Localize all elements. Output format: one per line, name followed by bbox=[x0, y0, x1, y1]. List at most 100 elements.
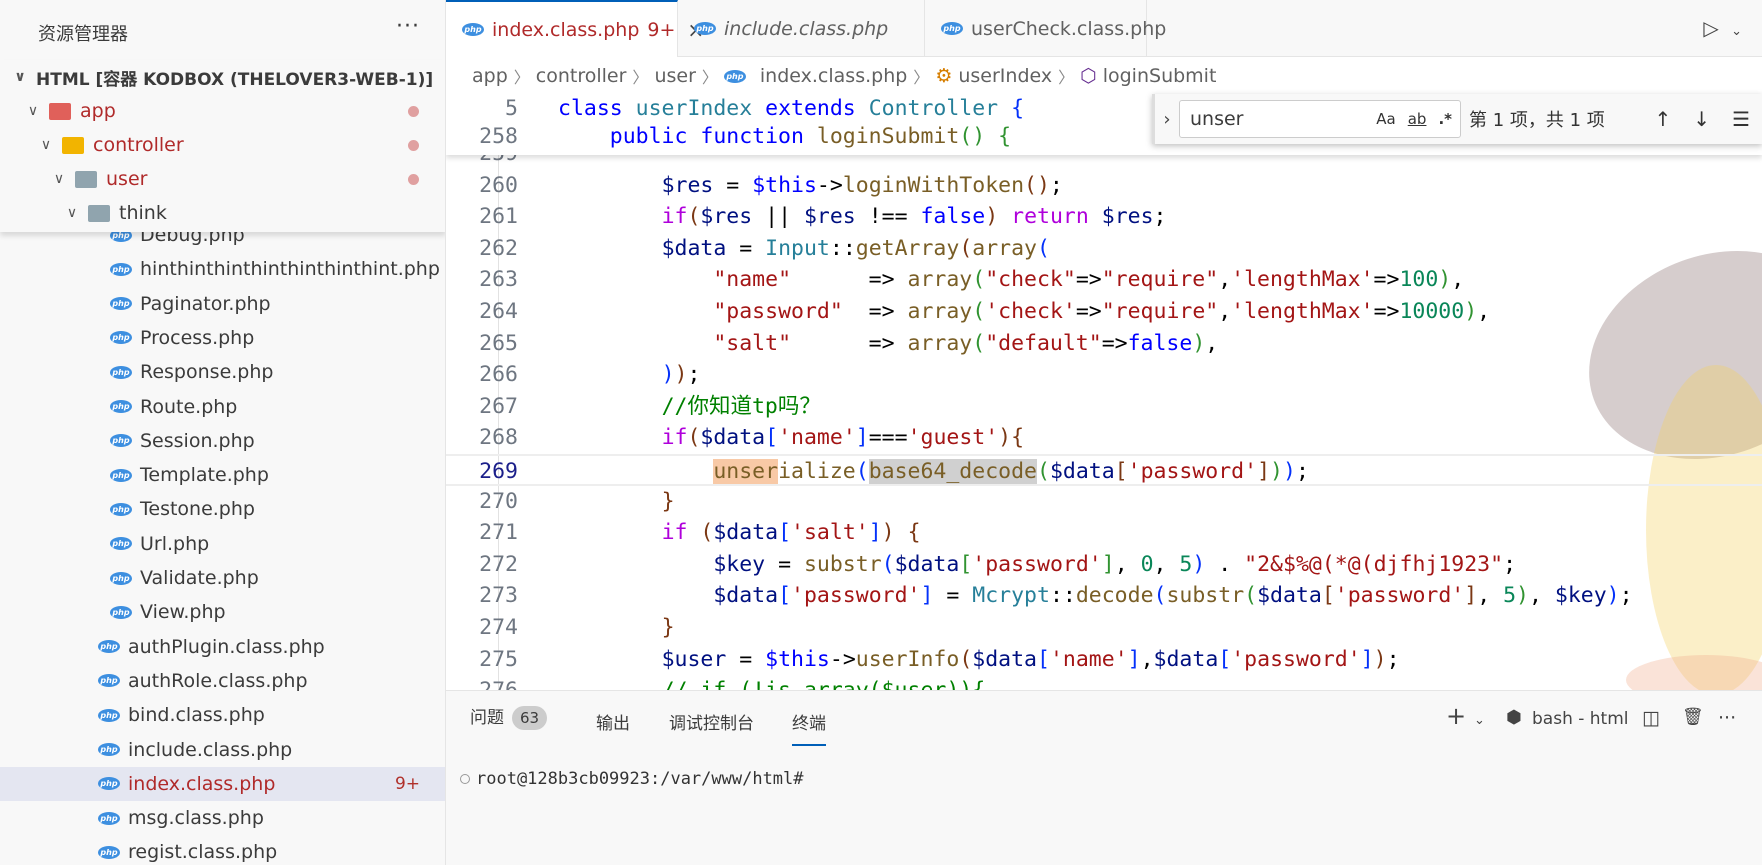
toggle-replace-icon[interactable]: › bbox=[1155, 109, 1179, 130]
tree-file-item[interactable]: php index.class.php 9+ bbox=[0, 766, 445, 801]
code-token: ( bbox=[700, 520, 714, 546]
tree-item-label: app bbox=[80, 100, 116, 122]
tab-terminal[interactable]: 终端 bbox=[792, 709, 826, 746]
tree-file-item[interactable]: php Testone.php bbox=[0, 492, 445, 526]
tree-file-item[interactable]: php regist.class.php bbox=[0, 835, 445, 865]
breadcrumb-item[interactable]: user bbox=[654, 65, 695, 87]
tree-file-item[interactable]: php hinthinthinthinthinthinthint.php bbox=[0, 252, 445, 286]
line-number: 258 bbox=[479, 124, 518, 149]
previous-match-icon[interactable]: ↑ bbox=[1655, 107, 1672, 131]
tab-debug-console[interactable]: 调试控制台 bbox=[669, 709, 754, 734]
tree-file-item[interactable]: php Template.php bbox=[0, 458, 445, 492]
workspace-root[interactable]: ∨ HTML [容器 KODBOX (THELOVER3-WEB-1)] bbox=[0, 60, 445, 94]
code-token: if bbox=[661, 204, 688, 230]
new-terminal-icon[interactable]: + bbox=[1446, 702, 1466, 730]
code-token: { bbox=[998, 124, 1012, 149]
code-token: ] bbox=[1101, 551, 1115, 577]
whole-word-icon[interactable]: ab bbox=[1408, 110, 1427, 128]
code-token: [ bbox=[1114, 459, 1128, 484]
line-number: 265 bbox=[479, 330, 518, 356]
code-token: => bbox=[791, 267, 908, 293]
tree-folder-think[interactable]: ∨ think bbox=[0, 196, 445, 230]
tab-index-class-php[interactable]: php index.class.php 9+ × bbox=[446, 0, 704, 57]
code-token: ] bbox=[1257, 459, 1271, 484]
terminal[interactable]: root@128b3cb09923:/var/www/html# bbox=[460, 769, 804, 789]
tab-label: include.class.php bbox=[724, 17, 889, 40]
tab-problems[interactable]: 问题 63 bbox=[470, 703, 548, 730]
chevron-down-icon[interactable]: ⌄ bbox=[1474, 713, 1485, 728]
tab-output[interactable]: 输出 bbox=[596, 709, 630, 734]
tree-item-label: Session.php bbox=[140, 429, 255, 452]
code-token: $this bbox=[752, 172, 817, 198]
line-number: 264 bbox=[479, 299, 518, 324]
tree-item-label: Route.php bbox=[140, 395, 238, 418]
run-icon[interactable]: ▷ bbox=[1703, 16, 1718, 40]
code-token: { bbox=[1011, 425, 1025, 451]
tree-file-item[interactable]: php msg.class.php bbox=[0, 801, 445, 835]
code-token: substr bbox=[803, 551, 882, 577]
code-token: ; bbox=[1386, 646, 1400, 672]
more-actions-icon[interactable]: ··· bbox=[1718, 707, 1736, 729]
trash-icon[interactable]: 🗑 bbox=[1682, 707, 1704, 727]
split-terminal-icon[interactable]: ◫ bbox=[1642, 707, 1660, 729]
tab-usercheck-class-php[interactable]: php userCheck.class.php bbox=[925, 0, 1166, 57]
tree-file-item[interactable]: php Session.php bbox=[0, 424, 445, 458]
code-token: extends bbox=[765, 96, 869, 121]
code-token: $data bbox=[1153, 646, 1219, 672]
tree-item-label: Paginator.php bbox=[140, 292, 271, 315]
terminal-prompt: root@128b3cb09923:/var/www/html# bbox=[476, 769, 804, 789]
next-match-icon[interactable]: ↓ bbox=[1693, 107, 1710, 131]
code-token: , bbox=[1218, 299, 1232, 324]
code-text: )); bbox=[558, 359, 701, 391]
breadcrumb-item[interactable]: app bbox=[472, 65, 508, 87]
code-token: 0 bbox=[1140, 551, 1154, 577]
tree-file-item[interactable]: php authPlugin.class.php bbox=[0, 630, 445, 664]
tree-file-item[interactable]: php Paginator.php bbox=[0, 287, 445, 321]
chevron-right-icon: 〉 bbox=[1058, 68, 1075, 87]
code-line: 276 // if (!is_array($user)){ bbox=[446, 675, 1762, 690]
chevron-down-icon[interactable]: ⌄ bbox=[1731, 24, 1742, 39]
code-token: => bbox=[842, 299, 908, 324]
code-token: , bbox=[1451, 267, 1465, 293]
breadcrumb-item[interactable]: userIndex bbox=[958, 65, 1052, 87]
code-editor[interactable]: 5 class userIndex extends Controller {258… bbox=[446, 95, 1762, 690]
tree-file-item[interactable]: php bind.class.php bbox=[0, 698, 445, 732]
tree-folder-app[interactable]: ∨ app bbox=[0, 94, 445, 128]
tree-file-item[interactable]: php Process.php bbox=[0, 321, 445, 355]
line-number: 268 bbox=[479, 425, 518, 451]
find-input[interactable]: unser Aa ab .* bbox=[1179, 100, 1461, 138]
code-token: { bbox=[1011, 96, 1025, 121]
tree-file-item[interactable]: php Route.php bbox=[0, 390, 445, 424]
tree-item-label: Testone.php bbox=[140, 498, 255, 521]
code-token: , bbox=[1477, 583, 1504, 609]
code-token: ; bbox=[1049, 172, 1063, 198]
code-token: () bbox=[1024, 172, 1050, 198]
tree-file-item[interactable]: php View.php bbox=[0, 595, 445, 629]
match-case-icon[interactable]: Aa bbox=[1376, 110, 1395, 128]
tree-file-item[interactable]: php Response.php bbox=[0, 355, 445, 389]
code-token: ) bbox=[1606, 583, 1620, 609]
tree-file-item[interactable]: php authRole.class.php bbox=[0, 664, 445, 698]
tree-file-item[interactable]: php Validate.php bbox=[0, 561, 445, 595]
bash-terminal-icon: ⬢ bbox=[1506, 707, 1522, 728]
tree-folder-controller[interactable]: ∨ controller bbox=[0, 128, 445, 162]
modified-dot bbox=[408, 139, 419, 151]
code-token: ; bbox=[1619, 583, 1633, 609]
code-token: ] bbox=[868, 520, 882, 546]
problem-count-badge: 9+ bbox=[394, 773, 420, 794]
tree-file-item[interactable]: php include.class.php bbox=[0, 733, 445, 767]
breadcrumb-item[interactable]: loginSubmit bbox=[1103, 65, 1217, 87]
tab-include-class-php[interactable]: php include.class.php bbox=[678, 0, 925, 57]
tree-folder-user[interactable]: ∨ user bbox=[0, 162, 445, 196]
terminal-name[interactable]: bash - html bbox=[1532, 709, 1629, 729]
breadcrumb-item[interactable]: index.class.php bbox=[760, 65, 907, 87]
folder-icon bbox=[62, 136, 84, 154]
breadcrumb-item[interactable]: controller bbox=[536, 65, 627, 87]
code-token: ( bbox=[687, 425, 701, 451]
regex-icon[interactable]: .* bbox=[1438, 110, 1452, 128]
find-in-selection-icon[interactable]: ☰ bbox=[1732, 107, 1750, 131]
tree-file-item[interactable]: php Url.php bbox=[0, 527, 445, 561]
more-actions-icon[interactable]: ··· bbox=[396, 14, 420, 39]
code-line: 269 unserialize(base64_decode($data['pas… bbox=[446, 454, 1762, 486]
